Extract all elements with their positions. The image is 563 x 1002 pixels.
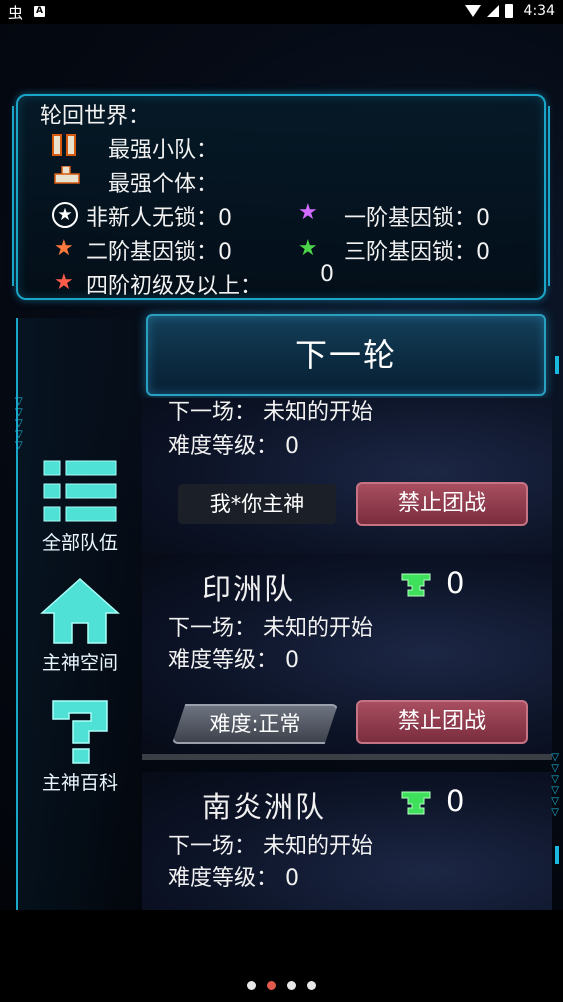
frame-deco	[555, 846, 559, 864]
team-card: 下一场： 未知的开始 难度等级： 0 我*你主神 禁止团战	[142, 398, 552, 578]
notification-badge-icon: A	[34, 6, 45, 17]
difficulty-level-text: 难度等级： 0	[168, 434, 299, 459]
star-icon: ★	[54, 236, 74, 261]
triangle-marks-icon: ▽ ▽ ▽ ▽ ▽ ▽	[551, 752, 559, 818]
battery-icon	[505, 4, 513, 18]
stat-no-lock: 非新人无锁：0	[86, 206, 232, 231]
page-dot[interactable]	[287, 981, 296, 990]
world-info-panel: 轮回世界： 最强小队： 最强个体： ★ 非新人无锁：0 ★ 一阶基因锁：0 ★ …	[12, 94, 550, 300]
difficulty-level-text: 难度等级： 0	[168, 866, 299, 891]
trophy-count: 0	[446, 566, 465, 600]
status-bar: 虫 A 4:34	[0, 0, 563, 24]
next-match-text: 下一场： 未知的开始	[168, 400, 373, 425]
home-icon	[40, 576, 120, 646]
nav-all-teams-label: 全部队伍	[41, 532, 118, 554]
page-dot[interactable]	[247, 981, 256, 990]
nav-god-space[interactable]: 主神空间	[18, 576, 142, 675]
team-card: 印洲队 0 下一场： 未知的开始 难度等级： 0 难度:正常 禁止团战	[142, 554, 552, 760]
trophy-icon	[401, 573, 431, 597]
podium-icon	[54, 166, 80, 184]
triangle-marks-icon: ▽ ▽ ▽ ▽ ▽	[15, 396, 23, 451]
team-icon	[52, 134, 78, 156]
trophy-icon	[401, 791, 431, 815]
nav-god-wiki[interactable]: 主神百科	[18, 696, 142, 795]
stat-gene-lock-2: 二阶基因锁：0	[86, 240, 232, 265]
stat-gene-lock-4-label: 四阶初级及以上：	[86, 274, 263, 299]
next-match-text: 下一场： 未知的开始	[168, 616, 373, 641]
next-match-text: 下一场： 未知的开始	[168, 834, 373, 859]
stat-gene-lock-3: 三阶基因锁：0	[344, 240, 490, 265]
team-name: 印洲队	[202, 572, 296, 606]
app-notification-icon: 虫	[8, 4, 24, 22]
signal-icon	[487, 5, 499, 17]
trophy-count: 0	[446, 784, 465, 818]
ban-team-battle-button[interactable]: 禁止团战	[356, 700, 528, 744]
ban-team-battle-button[interactable]: 禁止团战	[356, 482, 528, 526]
page-dot-active[interactable]	[267, 981, 276, 990]
page-indicator	[0, 981, 563, 990]
world-label: 轮回世界：	[40, 104, 151, 129]
stat-gene-lock-1: 一阶基因锁：0	[344, 206, 490, 231]
difficulty-level-text: 难度等级： 0	[168, 648, 299, 673]
nav-god-wiki-label: 主神百科	[41, 772, 118, 794]
system-icons	[465, 4, 513, 18]
question-icon	[40, 696, 120, 766]
side-nav: ▽ ▽ ▽ ▽ ▽ 全部队伍 主神空间 主神百科	[15, 318, 142, 910]
strongest-individual-label: 最强个体：	[108, 172, 219, 197]
stat-gene-lock-4-value: 0	[320, 262, 334, 287]
wifi-icon	[465, 5, 481, 17]
list-icon	[40, 456, 120, 526]
next-round-button[interactable]: 下一轮	[146, 314, 546, 396]
frame-deco	[555, 356, 559, 374]
nav-god-space-label: 主神空间	[41, 652, 118, 674]
team-name: 南炎洲队	[202, 790, 327, 824]
star-icon: ★	[298, 236, 318, 261]
page-dot[interactable]	[307, 981, 316, 990]
strongest-team-label: 最强小队：	[108, 138, 219, 163]
nav-all-teams[interactable]: 全部队伍	[18, 456, 142, 555]
star-icon: ★	[298, 200, 318, 225]
team-card: 南炎洲队 0 下一场： 未知的开始 难度等级： 0	[142, 772, 552, 910]
circle-star-icon: ★	[52, 202, 78, 228]
clock: 4:34	[523, 3, 555, 19]
difficulty-button[interactable]: 难度:正常	[172, 704, 338, 744]
star-icon: ★	[54, 270, 74, 295]
custom-tag-button[interactable]: 我*你主神	[178, 484, 336, 524]
team-list[interactable]: 下一场： 未知的开始 难度等级： 0 我*你主神 禁止团战 印洲队 0 下一场：…	[142, 398, 552, 910]
